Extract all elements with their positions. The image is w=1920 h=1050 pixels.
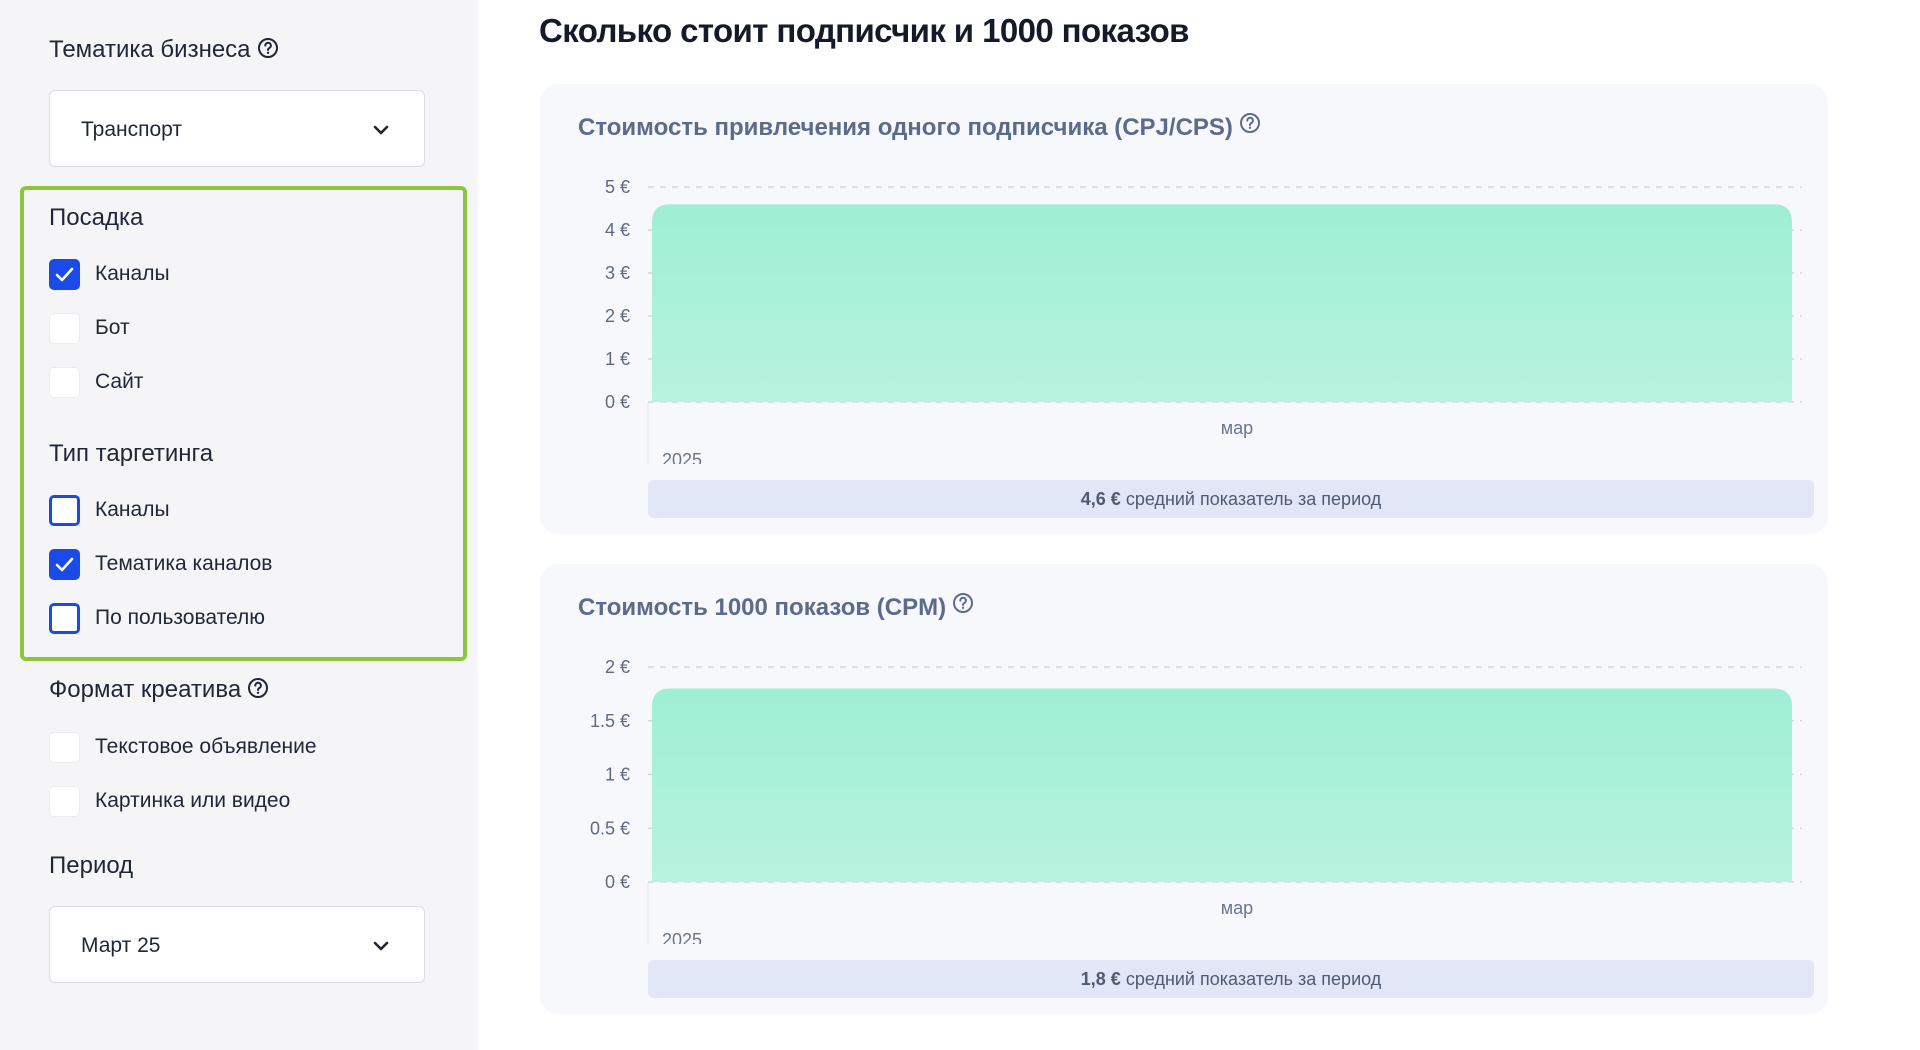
- y-tick-label: 2 €: [605, 657, 630, 677]
- checkbox[interactable]: [49, 494, 80, 526]
- x-year-label: 2025: [662, 930, 702, 944]
- page-title: Сколько стоит подписчик и 1000 показов: [539, 12, 1189, 49]
- cpm-chart-card: Стоимость 1000 показов (CPM) 0 €0.5 €1 €…: [540, 564, 1828, 1014]
- average-value: 4,6 €: [1080, 489, 1121, 509]
- y-tick-label: 0 €: [605, 872, 630, 892]
- targeting-option-by-user[interactable]: По пользователю: [49, 602, 265, 634]
- checkbox-checked[interactable]: [49, 258, 80, 290]
- area-series: [652, 688, 1792, 882]
- targeting-type-label: Тип таргетинга: [49, 440, 214, 467]
- y-tick-label: 1 €: [605, 765, 630, 785]
- cpj-area-chart: 0 € 1 € 2 € 3 € 4 € 5 € мар 2025: [605, 177, 1802, 464]
- y-tick-label: 5 €: [605, 177, 630, 197]
- format-option-image-video[interactable]: Картинка или видео: [49, 785, 290, 817]
- average-caption: средний показатель за период: [1125, 489, 1382, 509]
- y-tick-label: 4 €: [605, 220, 630, 240]
- landing-option-site[interactable]: Сайт: [49, 366, 143, 398]
- y-tick-label: 3 €: [605, 263, 630, 283]
- cpm-area-chart: 0 € 0.5 € 1 € 1.5 € 2 € мар 2025: [590, 657, 1802, 944]
- business-topic-select[interactable]: Транспорт: [49, 90, 425, 167]
- checkbox[interactable]: [49, 602, 80, 634]
- checkbox-checked[interactable]: [49, 548, 80, 580]
- average-summary: 1,8 € средний показатель за период: [648, 960, 1814, 998]
- y-tick-label: 1.5 €: [590, 711, 630, 731]
- checkbox[interactable]: [49, 731, 80, 763]
- x-tick-label: мар: [1221, 418, 1253, 438]
- period-value: Март 25: [81, 934, 161, 957]
- average-summary: 4,6 € средний показатель за период: [648, 480, 1814, 518]
- business-topic-value: Транспорт: [81, 118, 182, 141]
- help-icon[interactable]: [257, 37, 279, 59]
- business-topic-label: Тематика бизнеса: [49, 36, 279, 64]
- help-icon[interactable]: [247, 677, 269, 699]
- average-value: 1,8 €: [1080, 969, 1121, 989]
- area-series: [652, 204, 1792, 402]
- y-tick-label: 2 €: [605, 306, 630, 326]
- period-label: Период: [49, 852, 134, 879]
- targeting-option-channels[interactable]: Каналы: [49, 494, 170, 526]
- checkbox[interactable]: [49, 366, 80, 398]
- checkbox[interactable]: [49, 312, 80, 344]
- filters-sidebar: Тематика бизнеса Транспорт Посадка Канал…: [0, 0, 478, 1050]
- average-caption: средний показатель за период: [1125, 969, 1382, 989]
- y-tick-label: 1 €: [605, 349, 630, 369]
- cpj-chart-card: Стоимость привлечения одного подписчика …: [540, 84, 1828, 534]
- landing-label: Посадка: [49, 204, 144, 231]
- chevron-down-icon: [373, 125, 389, 135]
- x-year-label: 2025: [662, 450, 702, 464]
- period-select[interactable]: Март 25: [49, 906, 425, 983]
- targeting-option-channel-topics[interactable]: Тематика каналов: [49, 548, 272, 580]
- landing-option-bot[interactable]: Бот: [49, 312, 130, 344]
- y-tick-label: 0 €: [605, 392, 630, 412]
- creative-format-label: Формат креатива: [49, 676, 269, 704]
- format-option-text-ad[interactable]: Текстовое объявление: [49, 731, 317, 763]
- x-tick-label: мар: [1221, 898, 1253, 918]
- checkbox[interactable]: [49, 785, 80, 817]
- y-tick-label: 0.5 €: [590, 818, 630, 838]
- landing-option-channels[interactable]: Каналы: [49, 258, 170, 290]
- chevron-down-icon: [373, 941, 389, 951]
